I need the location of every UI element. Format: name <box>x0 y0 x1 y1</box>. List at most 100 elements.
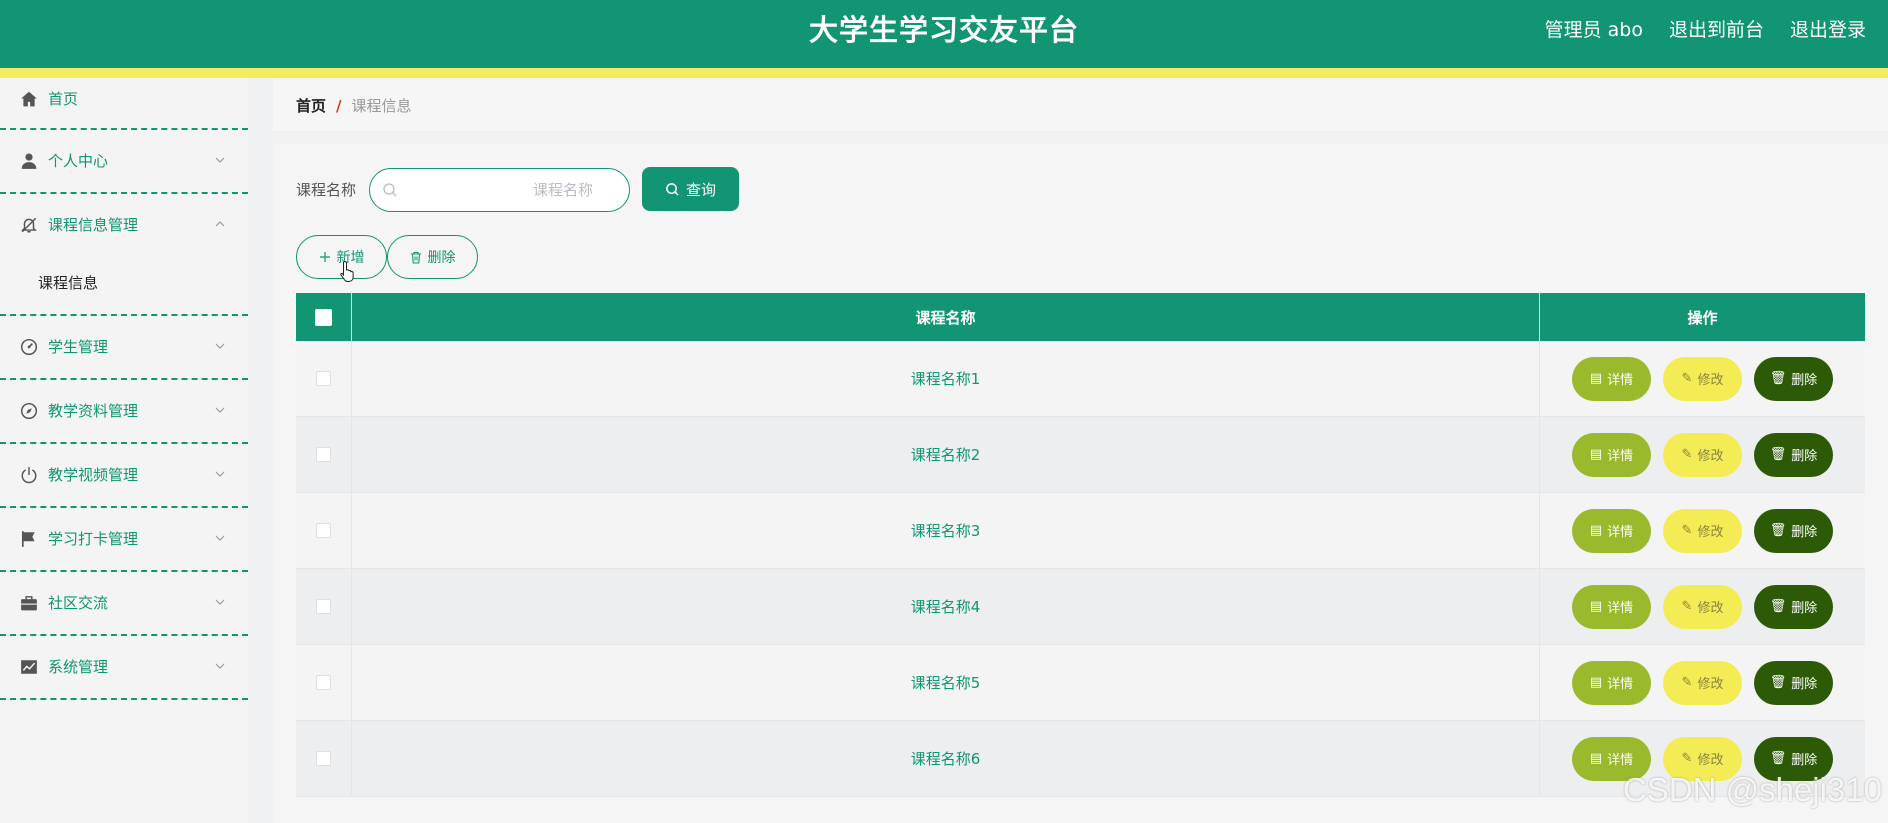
sidebar-item-system[interactable]: 系统管理 <box>0 636 248 700</box>
column-header-operations: 操作 <box>1687 308 1718 327</box>
row-checkbox[interactable] <box>316 751 331 766</box>
edit-button[interactable]: ✎ 修改 <box>1663 508 1742 553</box>
batch-delete-button[interactable]: 删除 <box>387 235 478 279</box>
detail-button[interactable]: ▤ 详情 <box>1572 660 1651 705</box>
odometer-icon <box>20 338 38 356</box>
edit-button[interactable]: ✎ 修改 <box>1663 432 1742 477</box>
chevron-down-icon <box>215 535 225 541</box>
detail-button[interactable]: ▤ 详情 <box>1572 584 1651 629</box>
breadcrumb-home[interactable]: 首页 <box>296 97 326 115</box>
edit-label: 修改 <box>1697 449 1724 464</box>
row-checkbox[interactable] <box>316 447 331 462</box>
delete-button[interactable]: 🗑 删除 <box>1754 356 1833 401</box>
pencil-icon: ✎ <box>1681 371 1693 386</box>
plus-icon <box>319 252 330 262</box>
breadcrumb-separator: / <box>336 97 342 115</box>
sidebar-item-student-management[interactable]: 学生管理 <box>0 316 248 380</box>
sidebar-item-study-checkin[interactable]: 学习打卡管理 <box>0 508 248 572</box>
document-icon: ▤ <box>1589 447 1603 462</box>
chevron-down-icon <box>215 157 225 163</box>
sidebar-item-course-management[interactable]: 课程信息管理 课程信息 <box>0 194 248 316</box>
search-icon <box>666 182 679 196</box>
chevron-down-icon <box>215 663 225 669</box>
course-name-cell: 课程名称3 <box>910 522 981 540</box>
table-row: 课程名称3 ▤ 详情 ✎ 修改 🗑 删除 <box>296 493 1865 569</box>
row-checkbox[interactable] <box>316 523 331 538</box>
search-box[interactable] <box>369 168 630 212</box>
sidebar-item-label: 个人中心 <box>48 152 109 170</box>
document-icon: ▤ <box>1589 599 1603 614</box>
course-name-cell: 课程名称2 <box>910 446 981 464</box>
detail-button[interactable]: ▤ 详情 <box>1572 356 1651 401</box>
delete-label: 删除 <box>1791 753 1818 768</box>
chevron-down-icon <box>215 471 225 477</box>
table-header: 课程名称 操作 <box>296 293 1865 341</box>
delete-button[interactable]: 🗑 删除 <box>1754 584 1833 629</box>
sidebar-item-community[interactable]: 社区交流 <box>0 572 248 636</box>
breadcrumb-current: 课程信息 <box>351 97 412 115</box>
watermark: CSDN @sheji310 <box>1622 771 1882 808</box>
detail-label: 详情 <box>1607 753 1634 768</box>
search-label: 课程名称 <box>296 181 357 199</box>
row-checkbox[interactable] <box>316 371 331 386</box>
sidebar-item-label: 首页 <box>48 90 79 108</box>
sidebar-item-label: 学习打卡管理 <box>48 530 139 548</box>
logout-link[interactable]: 退出登录 <box>1790 16 1866 44</box>
table-row: 课程名称4 ▤ 详情 ✎ 修改 🗑 删除 <box>296 569 1865 645</box>
top-links: 管理员 abo 退出到前台 退出登录 <box>1545 16 1866 44</box>
table-body: 课程名称1 ▤ 详情 ✎ 修改 🗑 删除 课程名称2 ▤ 详情 ✎ 修改 🗑 删除 <box>296 341 1865 797</box>
sidebar: 首页 个人中心 课程信息管理 课程信息 学生管理 教学资料管理 教学视频管理 学… <box>0 78 248 823</box>
detail-label: 详情 <box>1607 449 1634 464</box>
course-name-cell: 课程名称5 <box>910 674 981 692</box>
delete-label: 删除 <box>1791 601 1818 616</box>
delete-label: 删除 <box>1791 373 1818 388</box>
sidebar-item-teaching-materials[interactable]: 教学资料管理 <box>0 380 248 444</box>
detail-button[interactable]: ▤ 详情 <box>1572 508 1651 553</box>
delete-label: 删除 <box>1791 525 1818 540</box>
content-panel: 课程名称 查询 新增 删除 课程名称 操作 <box>273 144 1888 823</box>
table-row: 课程名称2 ▤ 详情 ✎ 修改 🗑 删除 <box>296 417 1865 493</box>
select-all-checkbox[interactable] <box>315 308 332 326</box>
table-row: 课程名称1 ▤ 详情 ✎ 修改 🗑 删除 <box>296 341 1865 417</box>
edit-label: 修改 <box>1697 601 1724 616</box>
course-name-search-input[interactable] <box>406 178 621 202</box>
mouse-pointer-icon <box>340 260 354 282</box>
course-table: 课程名称 操作 课程名称1 ▤ 详情 ✎ 修改 🗑 删除 课程名称2 ▤ 详情 … <box>296 293 1865 797</box>
row-checkbox[interactable] <box>316 675 331 690</box>
admin-user-label[interactable]: 管理员 abo <box>1545 16 1643 44</box>
delete-button[interactable]: 🗑 删除 <box>1754 508 1833 553</box>
row-checkbox[interactable] <box>316 599 331 614</box>
exit-to-front-link[interactable]: 退出到前台 <box>1669 16 1764 44</box>
sidebar-item-label: 课程信息管理 <box>48 216 139 234</box>
detail-button[interactable]: ▤ 详情 <box>1572 432 1651 477</box>
flag-icon <box>21 531 35 547</box>
pencil-icon: ✎ <box>1681 675 1693 690</box>
trash-icon: 🗑 <box>1769 371 1787 386</box>
edit-button[interactable]: ✎ 修改 <box>1663 356 1742 401</box>
query-button-label: 查询 <box>685 180 716 199</box>
edit-button[interactable]: ✎ 修改 <box>1663 660 1742 705</box>
pencil-icon: ✎ <box>1681 447 1693 462</box>
chart-icon <box>21 660 37 674</box>
delete-button[interactable]: 🗑 删除 <box>1754 660 1833 705</box>
trash-icon: 🗑 <box>1769 751 1787 766</box>
header-accent-stripe <box>0 68 1888 78</box>
breadcrumb-bar: 首页 / 课程信息 <box>273 80 1888 132</box>
main-content: 首页 / 课程信息 课程名称 查询 新增 删除 课程名称 操作 <box>273 78 1888 823</box>
course-name-cell: 课程名称1 <box>910 370 981 388</box>
edit-label: 修改 <box>1697 373 1724 388</box>
trash-icon: 🗑 <box>1769 447 1787 462</box>
sidebar-item-teaching-videos[interactable]: 教学视频管理 <box>0 444 248 508</box>
submenu-item-course-info[interactable]: 课程信息 <box>38 272 98 294</box>
query-button[interactable]: 查询 <box>642 167 739 211</box>
delete-label: 删除 <box>1791 677 1818 692</box>
edit-button[interactable]: ✎ 修改 <box>1663 584 1742 629</box>
delete-button[interactable]: 🗑 删除 <box>1754 432 1833 477</box>
bell-off-icon <box>21 217 37 233</box>
sidebar-item-home[interactable]: 首页 <box>0 78 248 130</box>
sidebar-item-personal-center[interactable]: 个人中心 <box>0 130 248 194</box>
user-icon <box>21 153 37 169</box>
briefcase-icon <box>21 596 37 611</box>
document-icon: ▤ <box>1589 751 1603 766</box>
sidebar-item-label: 教学资料管理 <box>48 402 139 420</box>
